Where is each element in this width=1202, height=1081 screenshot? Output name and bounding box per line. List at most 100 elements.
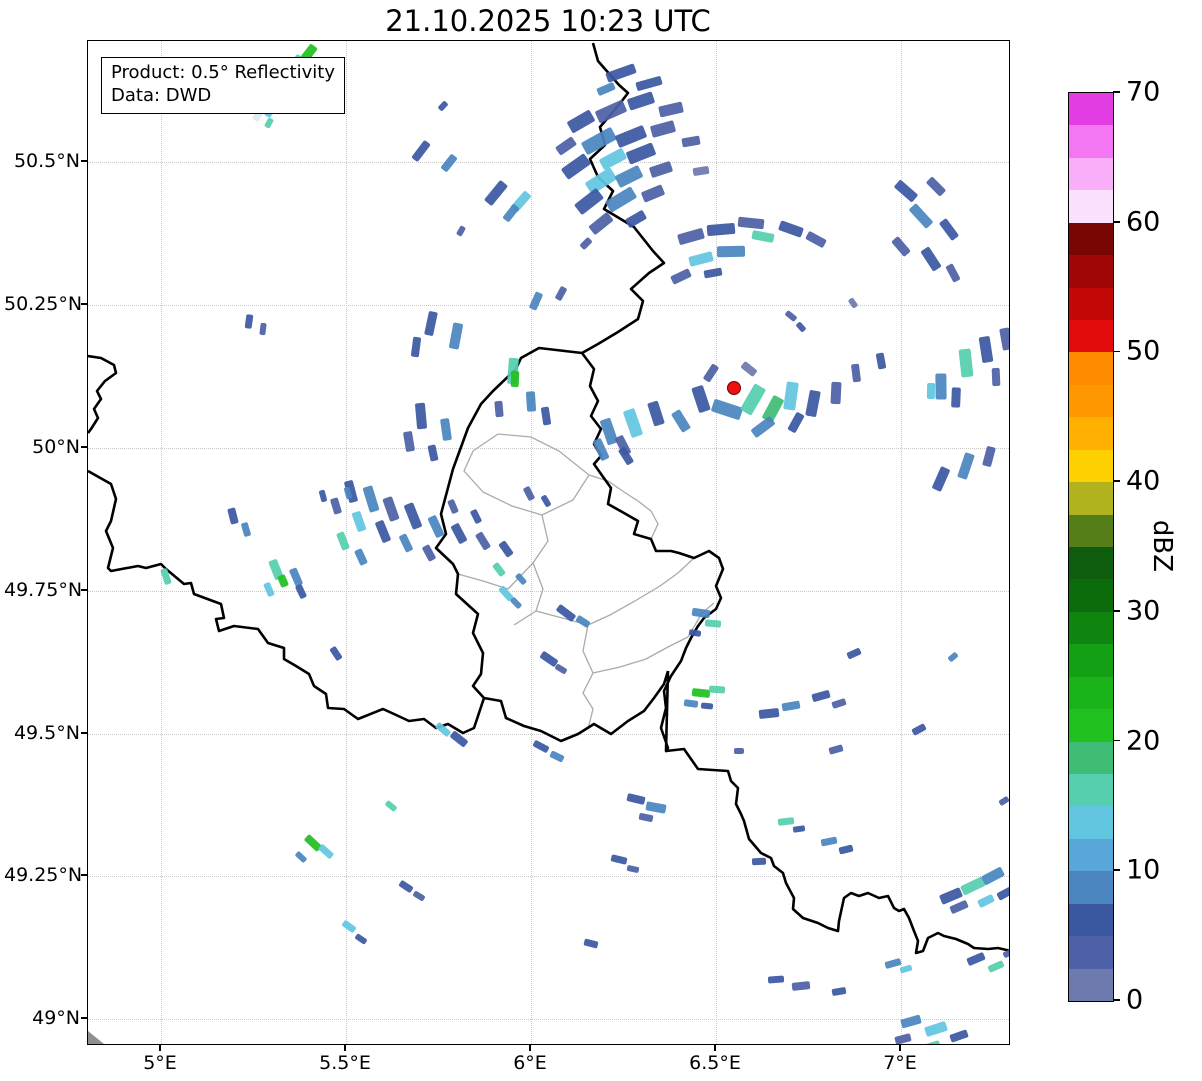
radar-echo	[847, 297, 859, 309]
colorbar-segment	[1069, 255, 1113, 288]
radar-echo	[947, 651, 959, 663]
radar-echo	[700, 702, 714, 710]
radar-echo	[447, 498, 459, 514]
radar-echo	[351, 510, 367, 532]
radar-echo	[649, 120, 677, 138]
lon-tick-label: 5.5°E	[319, 1052, 371, 1074]
gridline-horizontal	[88, 305, 1009, 306]
radar-echo	[594, 98, 628, 124]
radar-echo	[831, 697, 847, 709]
radar-echo	[980, 866, 1006, 886]
radar-echo	[751, 229, 775, 243]
radar-echo	[403, 502, 423, 530]
radar-echo	[598, 147, 628, 171]
radar-echo	[614, 124, 648, 148]
radar-echo	[414, 402, 428, 430]
radar-echo	[733, 747, 745, 755]
radar-echo	[580, 126, 618, 156]
lat-tick-mark	[81, 732, 87, 734]
radar-echo	[1002, 947, 1009, 959]
radar-echo	[510, 370, 520, 388]
colorbar-segment	[1069, 611, 1113, 645]
colorbar-tick-label: 60	[1126, 206, 1161, 238]
colorbar-unit-label: dBZ	[1147, 519, 1177, 573]
radar-echo	[610, 853, 628, 865]
radar-echo	[437, 100, 449, 112]
radar-echo	[554, 663, 568, 675]
radar-echo	[402, 430, 416, 452]
admin-border	[588, 474, 659, 540]
radar-echo	[740, 360, 758, 378]
radar-echo	[522, 485, 536, 501]
radar-echo	[579, 236, 593, 250]
radar-echo	[294, 583, 308, 599]
radar-echo	[935, 372, 947, 400]
radar-echo	[931, 466, 951, 492]
radar-echo	[688, 629, 702, 637]
radar-echo	[566, 108, 596, 134]
radar-echo	[739, 382, 767, 416]
lat-tick-label: 50.5°N	[13, 150, 80, 172]
radar-echo	[427, 514, 445, 538]
colorbar-segment	[1069, 222, 1113, 256]
radar-echo	[449, 730, 469, 748]
radar-echo	[691, 384, 711, 414]
radar-echo	[704, 618, 722, 628]
radar-echo	[781, 700, 801, 712]
admin-border	[582, 624, 594, 730]
colorbar-segment	[1069, 806, 1113, 839]
radar-echo	[604, 185, 638, 213]
lat-tick-label: 49.5°N	[13, 722, 80, 744]
lat-tick-label: 50.25°N	[4, 293, 83, 315]
colorbar-tick-label: 20	[1126, 725, 1161, 757]
colorbar-segment	[1069, 741, 1113, 774]
figure-title: 21.10.2025 10:23 UTC	[385, 4, 711, 38]
radar-echo	[625, 141, 657, 165]
colorbar-tick-mark	[1113, 350, 1120, 353]
radar-echo	[978, 335, 994, 363]
radar-echo	[588, 211, 614, 235]
radar-echo	[626, 864, 640, 874]
radar-echo	[554, 136, 578, 156]
admin-border	[535, 557, 695, 626]
colorbar-segment	[1069, 968, 1113, 1001]
radar-echo	[455, 225, 467, 237]
radar-figure: 21.10.2025 10:23 UTC Product: 0.5° Refle…	[0, 0, 1202, 1081]
radar-echo	[830, 381, 842, 405]
radar-echo	[670, 267, 692, 285]
lon-tick-mark	[529, 1045, 531, 1051]
colorbar-tick-label: 70	[1126, 76, 1161, 108]
colorbar-segment	[1069, 936, 1113, 969]
radar-echo	[318, 489, 328, 503]
radar-echo	[996, 885, 1009, 901]
radar-echo	[498, 540, 514, 558]
radar-echo	[767, 974, 785, 984]
radar-echo	[502, 203, 520, 223]
lat-tick-mark	[81, 446, 87, 448]
radar-echo	[335, 531, 351, 551]
radar-echo	[382, 496, 400, 522]
radar-echo	[434, 721, 452, 737]
radar-echo	[884, 957, 902, 969]
radar-echo	[658, 100, 684, 118]
radar-echo	[787, 411, 805, 433]
radar-echo	[957, 452, 975, 480]
country-border	[665, 747, 1009, 955]
radar-echo	[410, 336, 422, 358]
radar-echo	[999, 327, 1009, 351]
radar-echo	[560, 152, 592, 180]
radar-echo	[894, 1033, 912, 1044]
admin-border	[513, 514, 549, 626]
radar-echo	[846, 646, 862, 660]
radar-echo	[991, 367, 1001, 387]
radar-echo	[276, 573, 290, 589]
colorbar-tick-label: 40	[1126, 465, 1161, 497]
radar-echo	[784, 309, 798, 323]
radar-echo	[691, 607, 711, 619]
colorbar-tick-label: 0	[1126, 984, 1144, 1016]
radar-echo	[706, 222, 736, 236]
radar-echo	[532, 739, 550, 753]
radar-echo	[509, 596, 523, 610]
gridline-horizontal	[88, 1019, 1009, 1020]
radar-echo	[938, 217, 960, 241]
